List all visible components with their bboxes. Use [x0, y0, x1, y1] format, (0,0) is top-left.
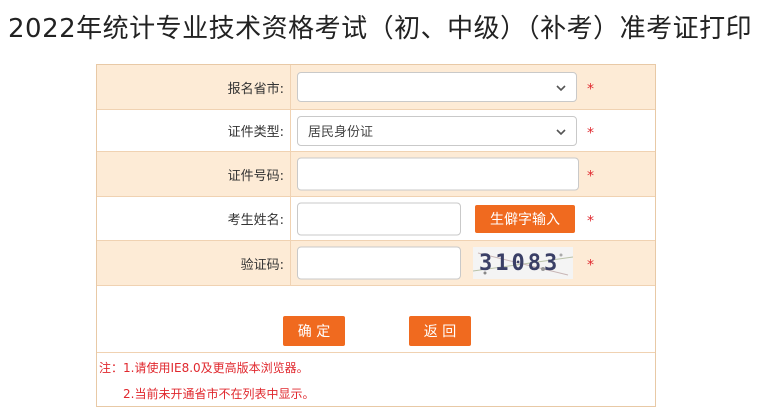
confirm-button[interactable]: 确 定: [283, 316, 345, 346]
required-mark: *: [587, 168, 594, 185]
id-type-value: 居民身份证: [308, 125, 374, 140]
captcha-text: 31083: [479, 251, 561, 276]
row-captcha: 验证码: 31083 *: [97, 241, 655, 286]
required-mark: *: [587, 257, 594, 274]
id-number-label: 证件号码:: [97, 152, 291, 196]
row-name: 考生姓名: 生僻字输入 *: [97, 197, 655, 241]
chevron-down-icon: [556, 128, 566, 135]
name-label: 考生姓名:: [97, 197, 291, 240]
province-select[interactable]: [297, 72, 577, 102]
back-button[interactable]: 返 回: [409, 316, 471, 346]
print-form: 报名省市: * 证件类型: 居民身份证 * 证件号码: * 考生姓名: 生僻字输…: [96, 64, 656, 407]
captcha-label: 验证码:: [97, 241, 291, 285]
required-mark: *: [587, 124, 594, 141]
page-title: 2022年统计专业技术资格考试（初、中级）（补考）准考证打印: [8, 14, 753, 44]
province-label: 报名省市:: [97, 65, 291, 109]
id-type-select[interactable]: 居民身份证: [297, 115, 577, 146]
row-actions: 确 定 返 回: [97, 286, 655, 352]
chevron-down-icon: [556, 85, 566, 92]
captcha-input[interactable]: [297, 246, 461, 280]
name-input[interactable]: [297, 202, 461, 235]
row-province: 报名省市: *: [97, 65, 655, 110]
required-mark: *: [587, 81, 594, 98]
row-id-type: 证件类型: 居民身份证 *: [97, 110, 655, 152]
note-line-2: 2.当前未开通省市不在列表中显示。: [123, 387, 315, 401]
rare-char-input-button[interactable]: 生僻字输入: [475, 205, 575, 233]
captcha-image[interactable]: 31083: [473, 247, 573, 279]
id-type-label: 证件类型:: [97, 110, 291, 151]
note-line-1: 注：1.请使用IE8.0及更高版本浏览器。: [99, 361, 309, 375]
id-number-input[interactable]: [297, 157, 579, 191]
notes-section: 注：1.请使用IE8.0及更高版本浏览器。 2.当前未开通省市不在列表中显示。: [97, 352, 655, 406]
required-mark: *: [587, 212, 594, 229]
row-id-number: 证件号码: *: [97, 152, 655, 197]
